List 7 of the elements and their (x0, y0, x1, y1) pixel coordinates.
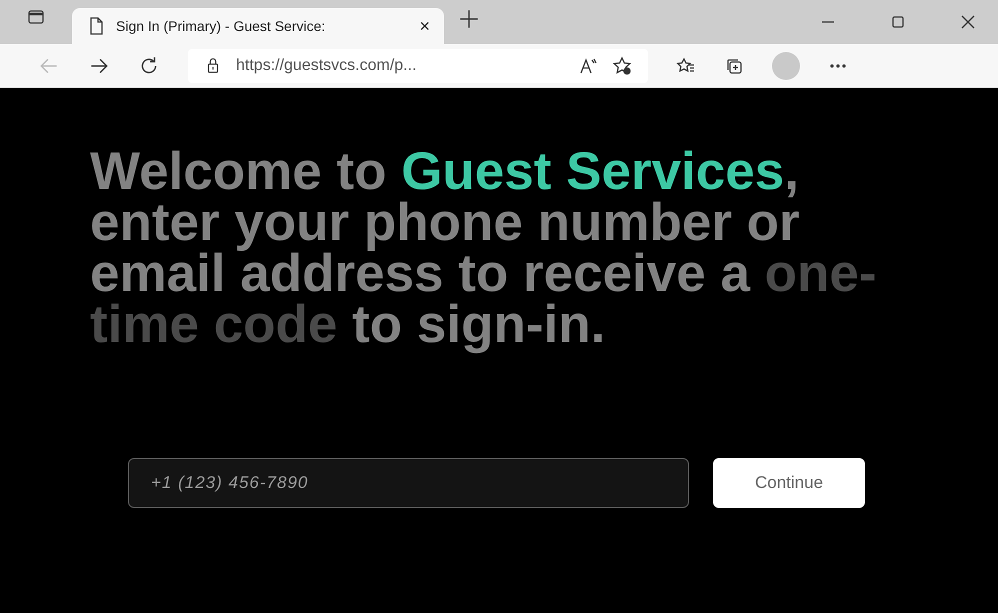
new-tab-icon[interactable] (458, 8, 480, 30)
browser-tab[interactable]: Sign In (Primary) - Guest Service: × (72, 8, 444, 44)
add-favorite-icon[interactable] (612, 56, 632, 76)
close-tab-icon[interactable]: × (419, 16, 430, 36)
phone-email-field[interactable]: +1 (123) 456-7890 (128, 458, 689, 508)
continue-button[interactable]: Continue (713, 458, 865, 508)
address-bar[interactable]: https://guestsvcs.com/p... (188, 48, 648, 82)
